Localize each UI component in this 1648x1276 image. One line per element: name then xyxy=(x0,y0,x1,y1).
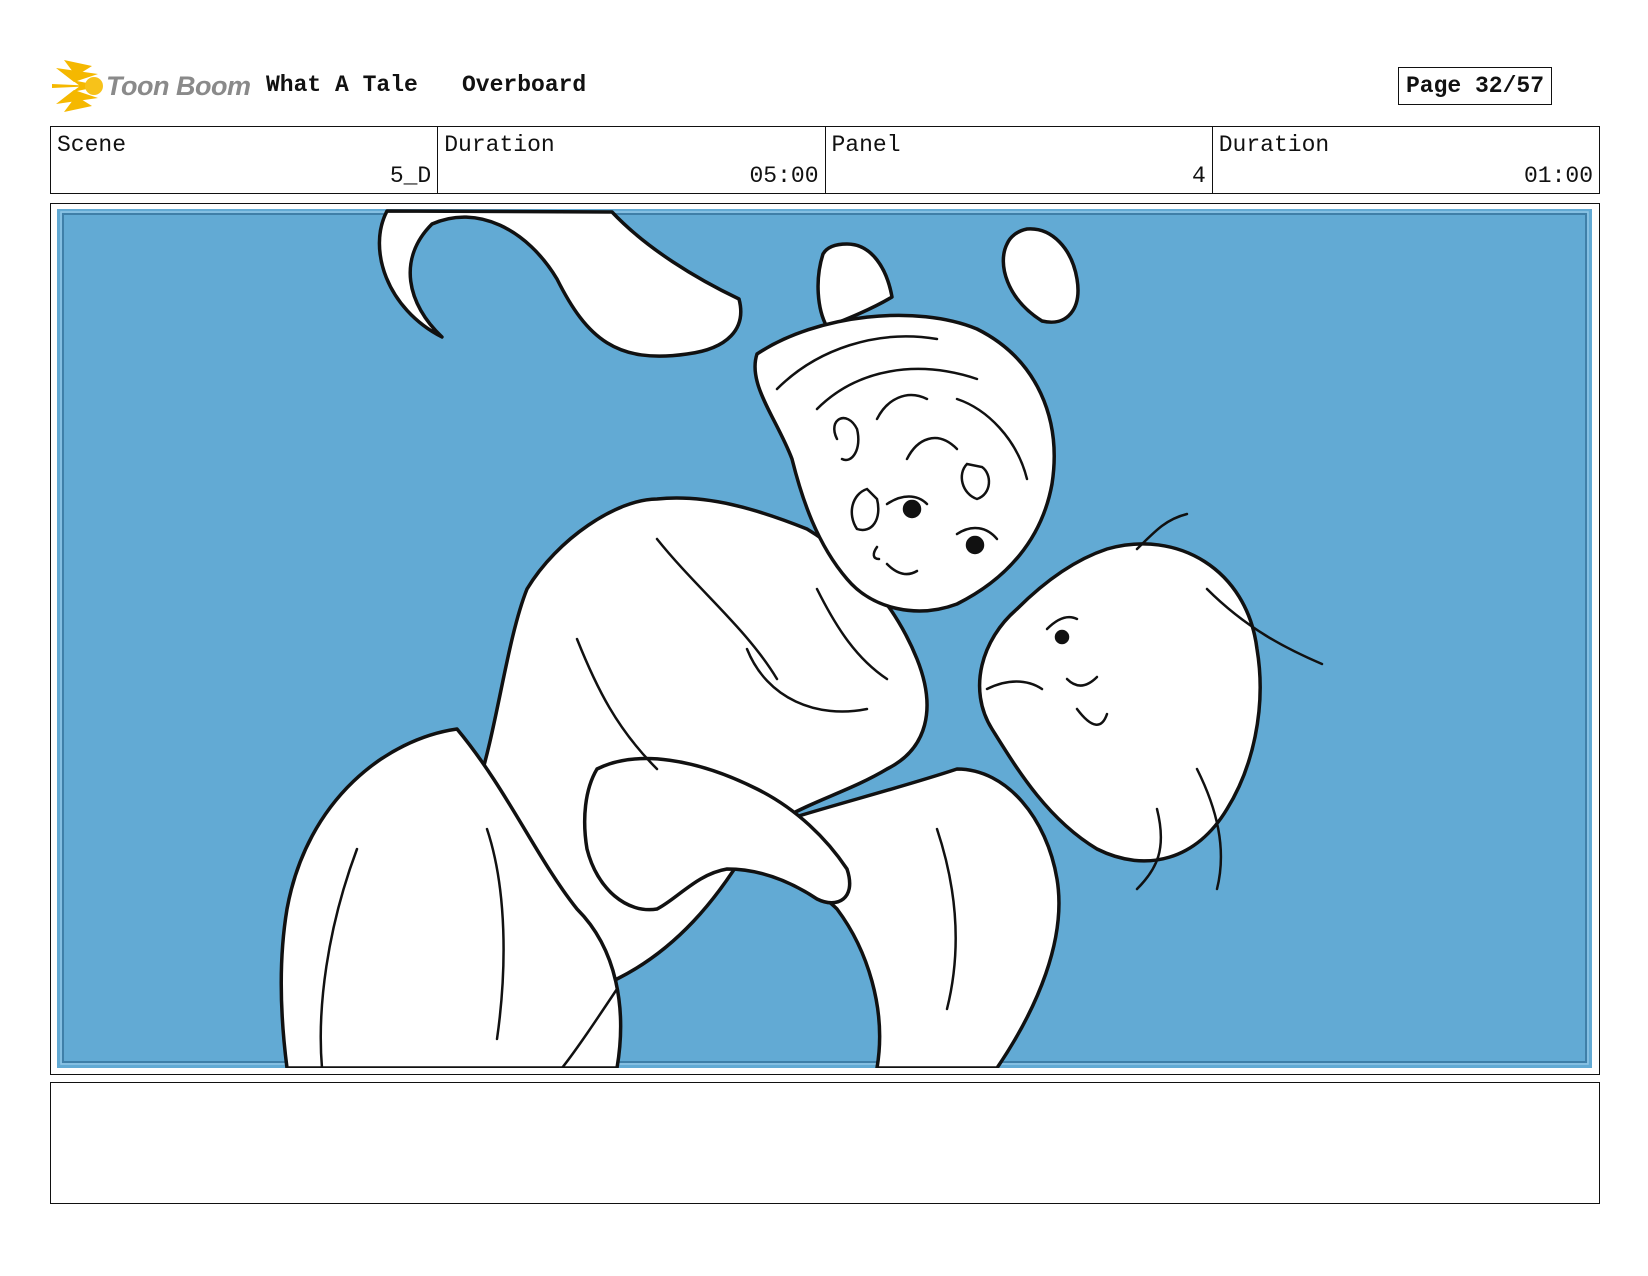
storyboard-sketch xyxy=(57,209,1592,1068)
panel-label: Panel xyxy=(831,132,901,158)
page-indicator: Page 32/57 xyxy=(1397,67,1552,105)
panel-duration-label: Duration xyxy=(1218,132,1330,158)
scene-duration-cell: Duration 05:00 xyxy=(438,127,826,193)
panel-notes-box xyxy=(50,1082,1600,1204)
panel-frame xyxy=(50,203,1600,1075)
scene-cell: Scene 5_D xyxy=(51,127,439,193)
panel-info-bar: Scene 5_D Duration 05:00 Panel 4 Duratio… xyxy=(50,126,1600,194)
panel-value: 4 xyxy=(1191,163,1206,189)
panel-duration-value: 01:00 xyxy=(1523,163,1593,189)
scene-duration-label: Duration xyxy=(444,132,555,158)
starburst-icon xyxy=(52,60,103,112)
toon-boom-logo: Toon Boom xyxy=(52,58,251,114)
scene-label: Scene xyxy=(57,132,127,158)
panel-duration-cell: Duration 01:00 xyxy=(1213,127,1599,193)
storyboard-header: Toon Boom What A Tale Overboard Page 32/… xyxy=(52,58,1600,114)
panel-cell: Panel 4 xyxy=(826,127,1213,193)
episode-title: Overboard xyxy=(462,72,587,98)
scene-value: 5_D xyxy=(389,163,432,189)
scene-duration-value: 05:00 xyxy=(749,163,819,189)
project-title: What A Tale xyxy=(266,72,418,98)
logo-text: Toon Boom xyxy=(106,70,251,101)
